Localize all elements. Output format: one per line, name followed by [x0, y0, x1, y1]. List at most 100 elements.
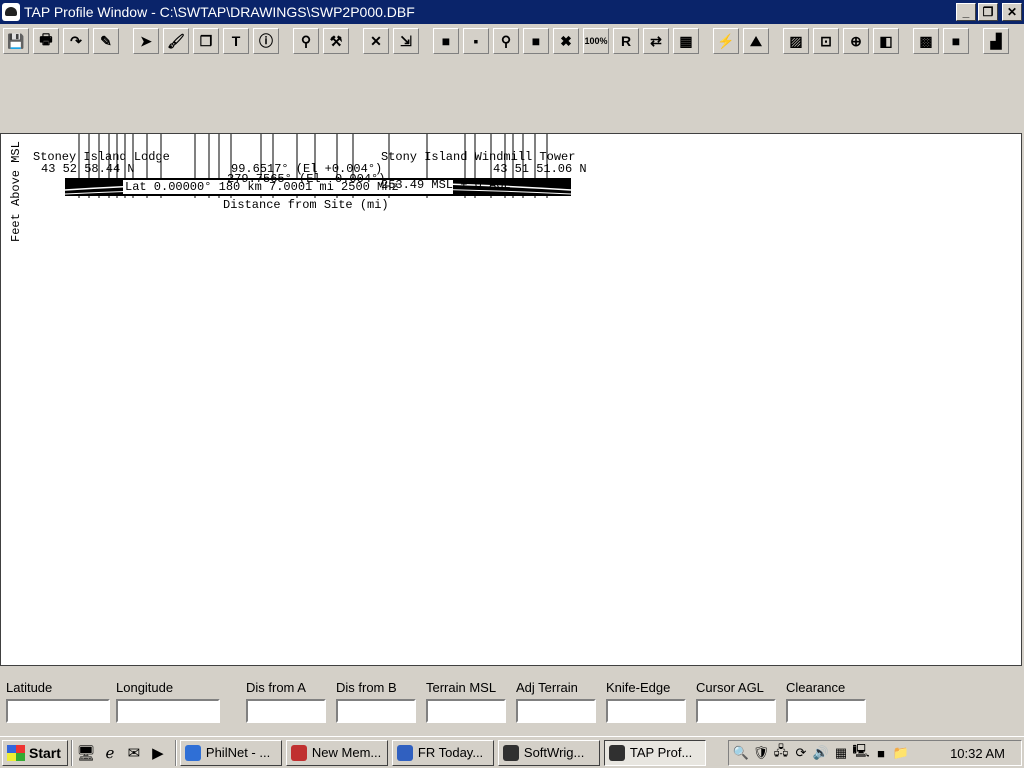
- window-title: TAP Profile Window - C:\SWTAP\DRAWINGS\S…: [24, 4, 415, 20]
- folder-icon[interactable]: 📁: [892, 744, 910, 762]
- app-icon[interactable]: [2, 3, 20, 21]
- ie-icon[interactable]: ℯ: [100, 743, 120, 763]
- field-input[interactable]: [516, 699, 596, 723]
- edit-check-icon[interactable]: ✎: [93, 28, 119, 54]
- field-label: Dis from B: [336, 680, 397, 695]
- grid-icon[interactable]: ▦: [673, 28, 699, 54]
- field-input[interactable]: [426, 699, 506, 723]
- field-input[interactable]: [116, 699, 220, 723]
- crosshair-icon[interactable]: ⊕: [843, 28, 869, 54]
- antenna-icon[interactable]: ⚡: [713, 28, 739, 54]
- task-app-icon: [502, 744, 519, 761]
- task-buttons: PhilNet - ... New Mem... FR Today... SoftWr…: [179, 739, 710, 766]
- taskbar-separator: [70, 739, 73, 766]
- profile-chart: Stoney Island Lodge Stony Island Windmil…: [9, 134, 587, 242]
- app-tray-icon[interactable]: ▦: [832, 744, 850, 762]
- magnifier-icon[interactable]: 🔍: [732, 744, 750, 762]
- zoom-box-icon[interactable]: ⊡: [813, 28, 839, 54]
- windows-flag-icon: [7, 744, 25, 761]
- bar-chart-icon[interactable]: ▟: [983, 28, 1009, 54]
- swap-icon[interactable]: ⇄: [643, 28, 669, 54]
- start-button[interactable]: Start: [2, 739, 68, 766]
- task-label: SoftWrig...: [523, 745, 585, 760]
- restore-button[interactable]: ❐: [978, 3, 998, 21]
- task-app-icon: [608, 744, 625, 761]
- green-box-icon[interactable]: ■: [433, 28, 459, 54]
- sync-icon[interactable]: ⟳: [792, 744, 810, 762]
- field-label: Cursor AGL: [696, 680, 764, 695]
- field-input[interactable]: [786, 699, 866, 723]
- system-tray: 🔍 🛡 🖧 ⟳ 🔊 ▦ 🖳 ■ 📁 10:32 AM: [728, 740, 1022, 766]
- terrain-icon[interactable]: ⛰: [743, 28, 769, 54]
- antivirus-icon[interactable]: 🛡: [752, 744, 770, 762]
- select-region-icon[interactable]: ▩: [913, 28, 939, 54]
- task-app-icon: [396, 744, 413, 761]
- green-dot-icon[interactable]: ▪: [463, 28, 489, 54]
- field-input[interactable]: [336, 699, 416, 723]
- y-axis-label: Feet Above MSL: [9, 141, 23, 242]
- wrench-icon[interactable]: ⚒: [323, 28, 349, 54]
- link-icon[interactable]: ⚲: [293, 28, 319, 54]
- task-app-icon: [290, 744, 307, 761]
- outlook-icon[interactable]: ✉: [124, 743, 144, 763]
- hatch-icon[interactable]: ▨: [783, 28, 809, 54]
- field-terrain-msl: Terrain MSL: [426, 680, 506, 723]
- taskbar: Start 🖥 ℯ ✉ ▶ PhilNet - ... New Mem... FR …: [0, 736, 1024, 768]
- toolbar: 💾 🖶 ↷ ✎ ➤ 🖌 ❐ Tⓘ ⚲ ⚒ ✕ ⇲ ■ ▪ ⚲ ■ ✖ 100% R ⇄ ▦ ⚡ ⛰ ▨ ⊡ ⊕ ◧ ▩ ■ ▟: [0, 26, 1024, 56]
- network-icon[interactable]: 🖧: [772, 743, 790, 762]
- field-label: Dis from A: [246, 680, 306, 695]
- copy-icon[interactable]: ❐: [193, 28, 219, 54]
- field-input[interactable]: [606, 699, 686, 723]
- title-bar: TAP Profile Window - C:\SWTAP\DRAWINGS\S…: [0, 0, 1024, 24]
- site-a-lat: 43 52 58.44 N: [41, 162, 135, 176]
- clock[interactable]: 10:32 AM: [950, 746, 1005, 761]
- field-dis-from-a: Dis from A: [246, 680, 326, 723]
- field-label: Longitude: [116, 680, 174, 695]
- task-button[interactable]: PhilNet - ...: [179, 739, 282, 766]
- gray-tray-icon[interactable]: ■: [872, 744, 890, 762]
- pointer-icon[interactable]: ➤: [133, 28, 159, 54]
- field-input[interactable]: [246, 699, 326, 723]
- close-button[interactable]: ✕: [1002, 3, 1022, 21]
- field-dis-from-b: Dis from B: [336, 680, 416, 723]
- distance-label: Lat 0.00000° 180 km 7.0001 mi 2500 MHz: [125, 180, 399, 194]
- field-label: Terrain MSL: [426, 680, 497, 695]
- field-label: Clearance: [786, 680, 846, 695]
- save-icon[interactable]: 💾: [3, 28, 29, 54]
- pin-icon[interactable]: ⚲: [493, 28, 519, 54]
- field-adj-terrain: Adj Terrain: [516, 680, 596, 723]
- redo-arrow-icon[interactable]: ↷: [63, 28, 89, 54]
- field-label: Latitude: [6, 680, 53, 695]
- delete-icon[interactable]: ✕: [363, 28, 389, 54]
- exit-icon[interactable]: ⇲: [393, 28, 419, 54]
- computer-icon[interactable]: 🖳: [852, 743, 870, 762]
- volume-icon[interactable]: 🔊: [812, 744, 830, 762]
- profile-plot[interactable]: Stoney Island Lodge Stony Island Windmil…: [0, 133, 1022, 666]
- x-axis-label: Distance from Site (mi): [223, 198, 389, 212]
- task-label: PhilNet - ...: [205, 745, 271, 760]
- info-icon[interactable]: ⓘ: [253, 28, 279, 54]
- minimize-button[interactable]: _: [956, 3, 976, 21]
- red-x-icon[interactable]: ✖: [553, 28, 579, 54]
- taskbar-separator: [174, 739, 177, 766]
- paint-icon[interactable]: 🖌: [163, 28, 189, 54]
- yellow-r-icon[interactable]: R: [613, 28, 639, 54]
- zoom-100-icon[interactable]: 100%: [583, 28, 609, 54]
- print-icon[interactable]: 🖶: [33, 28, 59, 54]
- site-b-lat: 43 51 51.06 N: [493, 162, 587, 176]
- red-box-icon[interactable]: ■: [523, 28, 549, 54]
- field-input[interactable]: [696, 699, 776, 723]
- task-label: New Mem...: [311, 745, 382, 760]
- task-button[interactable]: FR Today...: [391, 739, 494, 766]
- desktop-icon[interactable]: 🖥: [76, 743, 96, 763]
- task-button[interactable]: TAP Prof...: [603, 739, 706, 766]
- field-input[interactable]: [6, 699, 110, 723]
- task-button[interactable]: New Mem...: [285, 739, 388, 766]
- start-label: Start: [29, 744, 61, 761]
- media-icon[interactable]: ▶: [148, 743, 168, 763]
- task-button[interactable]: SoftWrig...: [497, 739, 600, 766]
- task-label: FR Today...: [417, 745, 484, 760]
- text-tool-icon[interactable]: T: [223, 28, 249, 54]
- color-layers-icon[interactable]: ◧: [873, 28, 899, 54]
- gray-square-icon[interactable]: ■: [943, 28, 969, 54]
